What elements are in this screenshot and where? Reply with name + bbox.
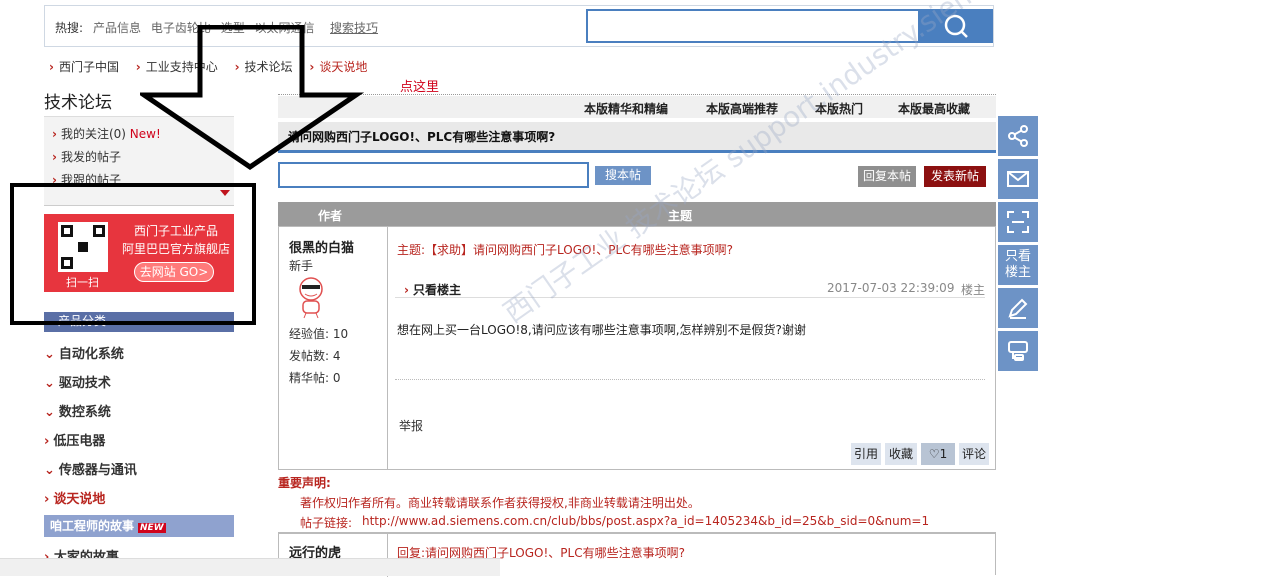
mail-button[interactable]: [998, 159, 1038, 199]
chevron-right-icon: ›: [52, 127, 57, 141]
author-column: 很黑的白猫 新手 经验值: 10 发帖数: 4 精华帖: 0: [279, 227, 388, 469]
category-label: 传感器与通讯: [58, 463, 137, 478]
post-entry: 很黑的白猫 新手 经验值: 10 发帖数: 4 精华帖: 0 主题:【求助】请问…: [278, 226, 996, 470]
click-here-annotation: 点这里: [400, 80, 440, 95]
chevron-down-icon: ⌄: [44, 347, 55, 362]
top-search-input[interactable]: [586, 9, 920, 43]
post-link-label: 帖子链接:: [300, 516, 353, 530]
category-item[interactable]: ⌄ 驱动技术: [44, 372, 111, 391]
heart-icon: ♡: [928, 447, 940, 461]
engineer-story-label: 咱工程师的故事: [50, 519, 135, 533]
divider: [395, 297, 985, 298]
my-posts-item[interactable]: › 我发的帖子: [52, 148, 121, 165]
author-stat-essence: 精华帖: 0: [289, 371, 341, 385]
chevron-down-icon: ⌄: [44, 376, 55, 391]
chevron-down-icon: ⌄: [44, 405, 55, 420]
tab-essence[interactable]: 本版精华和精编: [584, 100, 668, 117]
qrcode-button[interactable]: [998, 202, 1038, 242]
post-body: 想在网上买一台LOGO!8,请问应该有哪些注意事项啊,怎样辨别不是假货?谢谢: [397, 323, 806, 337]
new-tag: NEW: [138, 523, 166, 533]
highlight-box: [10, 183, 256, 325]
share-icon: [1008, 125, 1028, 147]
breadcrumb-item[interactable]: 西门子中国: [59, 60, 119, 74]
post-title-bar: 请问网购西门子LOGO!、PLC有哪些注意事项啊?: [278, 122, 996, 153]
my-posts-label: 我发的帖子: [60, 150, 121, 164]
category-label: 低压电器: [53, 434, 106, 449]
only-op-float-button[interactable]: 只看楼主: [998, 245, 1038, 285]
report-link[interactable]: 举报: [399, 417, 423, 434]
only-op-float-label: 只看楼主: [1004, 249, 1031, 280]
tab-most-favorited[interactable]: 本版最高收藏: [898, 100, 970, 117]
pen-icon: [1008, 298, 1028, 319]
post-timestamp: 2017-07-03 22:39:09: [827, 281, 955, 295]
chevron-down-icon: ⌄: [44, 463, 55, 478]
divider: [278, 94, 996, 95]
declaration-title: 重要声明:: [278, 476, 331, 490]
chevron-right-icon: ›: [404, 283, 409, 297]
floor-label: 楼主: [961, 283, 986, 297]
forum-title: 技术论坛: [44, 93, 112, 113]
engineer-story-header[interactable]: 咱工程师的故事 NEW: [44, 515, 234, 537]
only-op-label: 只看楼主: [412, 283, 461, 297]
author-name[interactable]: 很黑的白猫: [289, 237, 354, 256]
comment-button[interactable]: 评论: [959, 443, 989, 465]
new-post-button[interactable]: 发表新帖: [924, 166, 986, 187]
author-rank: 新手: [289, 259, 314, 273]
comment-float-button[interactable]: [998, 331, 1038, 371]
search-post-button[interactable]: 搜本帖: [595, 166, 651, 185]
category-item[interactable]: ⌄ 数控系统: [44, 401, 111, 420]
chevron-right-icon: ›: [52, 150, 57, 164]
chevron-right-icon: ›: [44, 492, 50, 507]
category-label: 驱动技术: [58, 376, 111, 391]
quote-button[interactable]: 引用: [851, 443, 881, 465]
write-button[interactable]: [998, 288, 1038, 328]
hot-search-label: 热搜:: [55, 21, 84, 35]
author-column-header: 作者: [318, 209, 343, 223]
like-count: 1: [939, 447, 948, 461]
category-label: 谈天说地: [53, 492, 106, 507]
mail-icon: [1007, 171, 1029, 187]
category-item[interactable]: ⌄ 自动化系统: [44, 343, 124, 362]
reply-post-button[interactable]: 回复本帖: [858, 166, 916, 187]
author-stat-exp: 经验值: 10: [289, 327, 349, 341]
category-item-active[interactable]: › 谈天说地: [44, 488, 105, 507]
copyright-notice: 著作权归作者所有。商业转载请联系作者获得授权,非商业转载请注明出处。: [300, 496, 700, 510]
hot-link[interactable]: 产品信息: [93, 21, 141, 35]
bottom-bar: [0, 558, 500, 576]
board-tabs: 本版精华和精编 本版高端推荐 本版热门 本版最高收藏: [278, 96, 996, 118]
post-link-url[interactable]: http://www.ad.siemens.com.cn/club/bbs/po…: [362, 514, 929, 528]
comment-icon: [1008, 341, 1028, 361]
my-follow-label: 我的关注(0): [60, 127, 126, 141]
favorite-button[interactable]: 收藏: [885, 443, 917, 465]
like-button[interactable]: ♡1: [921, 443, 955, 465]
category-item[interactable]: ⌄ 传感器与通讯: [44, 459, 137, 478]
avatar[interactable]: [291, 275, 331, 319]
divider: [395, 379, 985, 380]
qrcode-icon: [1007, 211, 1029, 233]
chevron-right-icon: ›: [49, 60, 54, 74]
category-label: 数控系统: [58, 405, 111, 420]
only-op-link[interactable]: › 只看楼主: [404, 281, 461, 298]
category-label: 自动化系统: [58, 347, 124, 362]
share-button[interactable]: [998, 116, 1038, 156]
author-stat-posts: 发帖数: 4: [289, 349, 341, 363]
arrow-annotation-icon: [140, 25, 365, 171]
chevron-right-icon: ›: [44, 434, 50, 449]
category-item[interactable]: › 低压电器: [44, 430, 105, 449]
